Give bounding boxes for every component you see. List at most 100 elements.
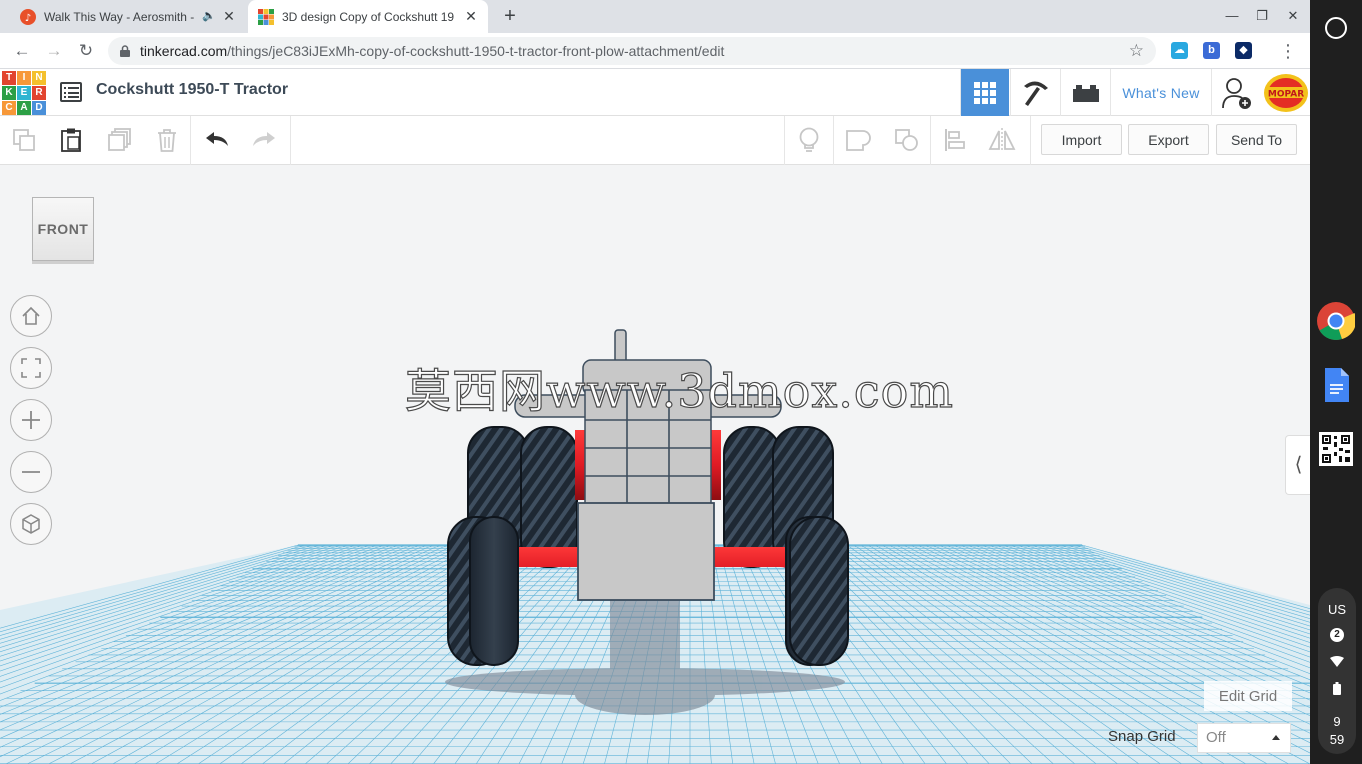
close-window-icon[interactable]: ✕ — [1283, 6, 1303, 26]
import-button[interactable]: Import — [1041, 124, 1122, 155]
chrome-icon[interactable] — [1317, 302, 1355, 340]
dark-extension-icon[interactable]: ◆ — [1235, 42, 1252, 59]
google-docs-icon[interactable] — [1317, 366, 1355, 404]
whats-new-label: What's New — [1122, 84, 1200, 101]
lego-brick-button[interactable] — [1060, 69, 1110, 116]
minimize-icon[interactable]: — — [1222, 6, 1242, 26]
view-cube-face-label: FRONT — [37, 221, 89, 237]
fit-view-icon — [21, 358, 41, 378]
restore-icon[interactable]: ❐ — [1252, 6, 1272, 26]
close-tab-icon[interactable]: ✕ — [464, 9, 478, 23]
speaker-icon[interactable]: 🔈 — [202, 9, 216, 22]
back-icon[interactable]: ← — [10, 39, 34, 63]
collapse-panel-button[interactable]: ⟨ — [1285, 435, 1310, 495]
url-path: /things/jeC83iJExMh-copy-of-cockshutt-19… — [227, 43, 725, 59]
duplicate-icon[interactable] — [106, 126, 134, 154]
zoom-in-button[interactable] — [10, 399, 52, 441]
view-cube[interactable]: FRONT — [32, 197, 94, 261]
home-view-button[interactable] — [10, 295, 52, 337]
notification-count-badge[interactable]: 2 — [1330, 628, 1344, 642]
battery-icon — [1333, 682, 1341, 695]
cloud-extension-icon[interactable]: ☁ — [1171, 42, 1188, 59]
send-to-button[interactable]: Send To — [1216, 124, 1297, 155]
new-tab-button[interactable]: + — [498, 4, 522, 28]
tab-title: Walk This Way - Aerosmith - — [44, 9, 195, 24]
fit-view-button[interactable] — [10, 347, 52, 389]
qr-code-icon[interactable] — [1317, 430, 1355, 468]
snap-grid-select[interactable]: Off — [1197, 723, 1291, 753]
tab-tinkercad[interactable]: 3D design Copy of Cockshutt 19 ✕ — [248, 0, 488, 33]
logo-tile: A — [17, 101, 31, 115]
delete-icon[interactable] — [153, 126, 181, 154]
3d-scene[interactable] — [0, 165, 1310, 764]
locale-label: US — [1327, 602, 1347, 617]
tab-strip: ♪ Walk This Way - Aerosmith - 🔈 ✕ 3D des… — [0, 0, 1310, 33]
b-extension-icon[interactable]: b — [1203, 42, 1220, 59]
launcher-icon[interactable] — [1325, 17, 1347, 39]
brick-icon — [1072, 84, 1099, 102]
snap-grid-value: Off — [1206, 729, 1226, 746]
add-user-button[interactable] — [1211, 69, 1261, 116]
zoom-out-button[interactable] — [10, 451, 52, 493]
status-tray[interactable]: US 2 9 59 — [1318, 588, 1356, 754]
screen: ♪ Walk This Way - Aerosmith - 🔈 ✕ 3D des… — [0, 0, 1362, 764]
logo-tile: E — [17, 86, 31, 100]
watermark-text: 莫西网www.3dmox.com — [404, 363, 954, 418]
tab-aerosmith[interactable]: ♪ Walk This Way - Aerosmith - 🔈 ✕ — [10, 0, 246, 33]
tinkercad-grid-icon — [258, 8, 274, 25]
forward-icon[interactable]: → — [42, 39, 66, 63]
logo-tile: R — [32, 86, 46, 100]
edit-toolbar: Import Export Send To — [0, 116, 1310, 165]
undo-icon[interactable] — [203, 126, 231, 154]
copy-icon[interactable] — [10, 126, 38, 154]
grid-view-icon — [974, 81, 996, 104]
add-user-icon — [1221, 77, 1251, 109]
plus-icon — [22, 411, 40, 429]
clock-hour: 9 — [1333, 714, 1341, 729]
profile-avatar[interactable]: MOPAR — [1261, 69, 1310, 116]
home-icon — [22, 306, 40, 325]
snap-grid-label: Snap Grid — [1108, 728, 1176, 745]
ortho-view-button[interactable] — [10, 503, 52, 545]
wifi-icon — [1330, 656, 1344, 667]
lightbulb-icon[interactable] — [795, 126, 823, 154]
logo-tile: I — [17, 71, 31, 85]
svg-text:♪: ♪ — [25, 13, 31, 24]
tab-title: 3D design Copy of Cockshutt 19 — [282, 9, 455, 24]
minus-icon — [22, 471, 40, 473]
chrome-menu-icon[interactable]: ⋮ — [1276, 39, 1300, 63]
avatar-text: MOPAR — [1267, 89, 1303, 99]
3d-view-button[interactable] — [960, 69, 1009, 116]
logo-tile: T — [2, 71, 16, 85]
cube-icon — [22, 514, 40, 534]
paste-icon[interactable] — [57, 126, 85, 154]
tinkercad-logo[interactable]: TIN KER CAD — [2, 71, 46, 115]
logo-tile: K — [2, 86, 16, 100]
url-domain: tinkercad.com — [140, 43, 228, 59]
edit-grid-button[interactable]: Edit Grid — [1204, 681, 1292, 711]
align-icon[interactable] — [941, 126, 969, 154]
design-list-icon[interactable] — [60, 82, 82, 102]
export-button[interactable]: Export — [1128, 124, 1209, 155]
bookmark-star-icon[interactable]: ☆ — [1129, 41, 1144, 61]
workplane-canvas[interactable]: 莫西网www.3dmox.com FRONT ⟨ Edit Grid Snap … — [0, 165, 1310, 764]
mopar-avatar-icon: MOPAR — [1263, 73, 1308, 112]
logo-tile: N — [32, 71, 46, 85]
tinkercad-header: TIN KER CAD Cockshutt 1950-T Tractor What'… — [0, 69, 1310, 116]
logo-tile: D — [32, 101, 46, 115]
redo-icon[interactable] — [250, 126, 278, 154]
lock-icon — [120, 45, 130, 57]
design-title[interactable]: Cockshutt 1950-T Tractor — [96, 81, 288, 99]
logo-tile: C — [2, 101, 16, 115]
address-bar: ← → ↻ tinkercad.com/things/jeC83iJExMh-c… — [0, 33, 1310, 69]
close-tab-icon[interactable]: ✕ — [222, 9, 236, 23]
music-app-icon: ♪ — [20, 8, 36, 25]
reload-icon[interactable]: ↻ — [74, 39, 98, 63]
group-icon[interactable] — [844, 126, 872, 154]
whats-new-button[interactable]: What's New — [1110, 69, 1211, 116]
dropdown-arrow-icon — [1272, 735, 1280, 740]
url-field[interactable]: tinkercad.com/things/jeC83iJExMh-copy-of… — [108, 37, 1156, 65]
minecraft-pickaxe-button[interactable] — [1010, 69, 1060, 116]
mirror-icon[interactable] — [988, 126, 1016, 154]
ungroup-icon[interactable] — [893, 126, 921, 154]
